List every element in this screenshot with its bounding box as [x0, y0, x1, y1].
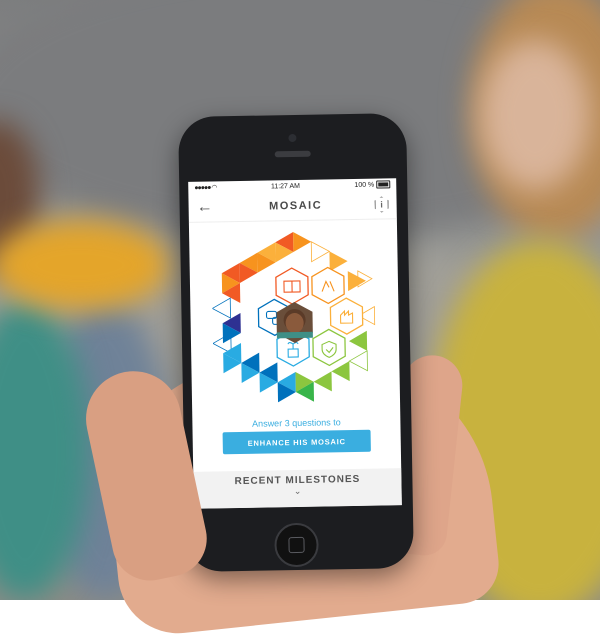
info-icon[interactable]: i [374, 196, 388, 212]
mosaic-triangle [311, 241, 329, 261]
status-time: 11:27 AM [271, 182, 300, 190]
page-title: MOSAIC [269, 200, 322, 213]
battery-icon [376, 180, 390, 188]
front-camera [288, 134, 296, 142]
mosaic-triangle [329, 251, 347, 271]
battery-percent: 100 % [354, 181, 374, 188]
battery-indicator: 100 % [354, 180, 390, 189]
mosaic-graphic[interactable] [211, 231, 378, 404]
hexagon-hand [330, 298, 363, 335]
signal-icon: ●●●●● ◠ [194, 183, 216, 191]
home-button[interactable] [274, 523, 319, 568]
nav-bar: ← MOSAIC i [188, 190, 396, 223]
mosaic-triangle [212, 298, 230, 318]
mosaic-triangle [349, 331, 367, 351]
mosaic-triangle [314, 371, 332, 391]
phone: ●●●●● ◠ 11:27 AM 100 % ← MOSAIC i [178, 113, 414, 572]
hexagon-shield [313, 329, 346, 366]
prompt-text: Answer 3 questions to [192, 416, 400, 430]
mosaic-triangle [331, 361, 349, 381]
enhance-mosaic-button[interactable]: ENHANCE HIS MOSAIC [223, 430, 371, 455]
mosaic-triangle [293, 232, 311, 252]
mosaic-triangle [349, 351, 367, 371]
recent-milestones-drawer[interactable]: RECENT MILESTONES ⌄ [193, 468, 402, 509]
phone-screen: ●●●●● ◠ 11:27 AM 100 % ← MOSAIC i [188, 178, 402, 509]
person-face [480, 40, 590, 190]
earpiece-speaker [275, 151, 311, 158]
back-arrow-icon[interactable]: ← [196, 198, 216, 216]
